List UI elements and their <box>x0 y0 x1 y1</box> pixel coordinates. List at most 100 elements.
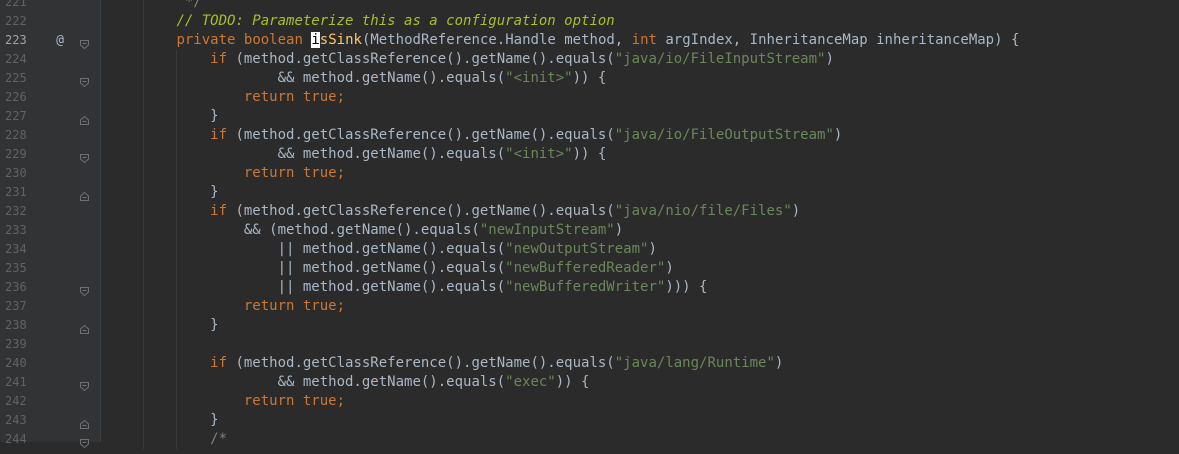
line-number[interactable]: 235 <box>5 259 39 278</box>
line-number[interactable]: 234 <box>5 240 39 259</box>
code-text[interactable]: if (method.getClassReference().getName()… <box>109 126 842 145</box>
code-line[interactable]: 225 && method.getName().equals("<init>")… <box>0 69 1179 88</box>
code-line[interactable]: 235 || method.getName().equals("newBuffe… <box>0 259 1179 278</box>
line-number[interactable]: 237 <box>5 297 39 316</box>
fold-close-icon[interactable] <box>80 416 89 429</box>
code-line[interactable]: 239 <box>0 335 1179 354</box>
code-line[interactable]: 228 if (method.getClassReference().getNa… <box>0 126 1179 145</box>
code-text[interactable]: // TODO: Parameterize this as a configur… <box>109 12 614 31</box>
code-line[interactable]: 233 && (method.getName().equals("newInpu… <box>0 221 1179 240</box>
code-token: return <box>243 165 295 181</box>
code-text[interactable]: */ <box>109 0 202 12</box>
code-line[interactable]: 221 */ <box>0 0 1179 12</box>
fold-close-icon[interactable] <box>80 188 89 201</box>
fold-close-icon[interactable] <box>80 112 89 125</box>
fold-open-icon[interactable] <box>80 378 89 392</box>
fold-open-icon[interactable] <box>80 150 89 164</box>
code-text[interactable]: || method.getName().equals("newBufferedR… <box>109 259 674 278</box>
code-line[interactable]: 227 } <box>0 107 1179 126</box>
code-line[interactable]: 240 if (method.getClassReference().getNa… <box>0 354 1179 373</box>
code-text[interactable]: } <box>109 183 218 202</box>
line-number[interactable]: 233 <box>5 221 39 240</box>
code-text[interactable]: && (method.getName().equals("newInputStr… <box>109 221 623 240</box>
code-text[interactable]: if (method.getClassReference().getName()… <box>109 202 800 221</box>
code-text[interactable]: return true; <box>109 297 345 316</box>
code-line[interactable]: 242 return true; <box>0 392 1179 411</box>
code-line[interactable]: 243 } <box>0 411 1179 430</box>
code-token: (method.getClassReference().getName().eq… <box>227 127 615 143</box>
code-token: "newBufferedWriter" <box>505 279 666 295</box>
code-token: */ <box>176 0 202 10</box>
code-text[interactable]: if (method.getClassReference().getName()… <box>109 50 834 69</box>
line-number[interactable]: 244 <box>5 430 39 449</box>
code-line[interactable]: 229 && method.getName().equals("<init>")… <box>0 145 1179 164</box>
code-token: ) <box>665 260 674 276</box>
line-number[interactable]: 226 <box>5 88 39 107</box>
code-text[interactable]: && method.getName().equals("<init>")) { <box>109 145 607 164</box>
code-line[interactable]: 222 // TODO: Parameterize this as a conf… <box>0 12 1179 31</box>
code-token: return <box>243 393 295 409</box>
code-text[interactable]: /* <box>109 430 227 449</box>
code-line[interactable]: 231 } <box>0 183 1179 202</box>
annotation-marker-icon[interactable]: @ <box>53 31 67 50</box>
line-number[interactable]: 222 <box>5 12 39 31</box>
code-text[interactable]: return true; <box>109 164 345 183</box>
code-text[interactable]: && method.getName().equals("<init>")) { <box>109 69 607 88</box>
code-line[interactable]: 244 /* <box>0 430 1179 449</box>
line-number[interactable]: 228 <box>5 126 39 145</box>
code-line[interactable]: 237 return true; <box>0 297 1179 316</box>
line-number[interactable]: 236 <box>5 278 39 297</box>
code-text[interactable]: return true; <box>109 88 345 107</box>
code-line[interactable]: 230 return true; <box>0 164 1179 183</box>
line-number[interactable]: 227 <box>5 107 39 126</box>
fold-open-icon[interactable] <box>80 36 89 50</box>
code-line[interactable]: 238 } <box>0 316 1179 335</box>
code-token: true <box>302 165 337 181</box>
line-number[interactable]: 224 <box>5 50 39 69</box>
code-text[interactable]: && method.getName().equals("exec")) { <box>109 373 590 392</box>
line-number[interactable]: 230 <box>5 164 39 183</box>
code-text[interactable]: } <box>109 316 218 335</box>
fold-open-icon[interactable] <box>80 74 89 88</box>
line-number[interactable]: 242 <box>5 392 39 411</box>
code-line[interactable]: 234 || method.getName().equals("newOutpu… <box>0 240 1179 259</box>
fold-open-icon[interactable] <box>80 435 89 449</box>
line-number[interactable]: 231 <box>5 183 39 202</box>
line-number[interactable]: 239 <box>5 335 39 354</box>
code-line[interactable]: 232 if (method.getClassReference().getNa… <box>0 202 1179 221</box>
line-number[interactable]: 240 <box>5 354 39 373</box>
code-line[interactable]: 241 && method.getName().equals("exec")) … <box>0 373 1179 392</box>
line-number[interactable]: 232 <box>5 202 39 221</box>
code-line[interactable]: 223 @ private boolean isSink(MethodRefere… <box>0 31 1179 50</box>
code-text[interactable]: private boolean isSink(MethodReference.H… <box>109 31 1019 50</box>
code-text[interactable]: if (method.getClassReference().getName()… <box>109 354 783 373</box>
code-line[interactable]: 224 if (method.getClassReference().getNa… <box>0 50 1179 69</box>
line-number[interactable]: 238 <box>5 316 39 335</box>
code-token: )) { <box>555 374 590 390</box>
line-number[interactable]: 241 <box>5 373 39 392</box>
code-token: "exec" <box>505 374 556 390</box>
code-token: argIndex, InheritanceMap inheritanceMap)… <box>656 32 1020 48</box>
code-text[interactable]: return true; <box>109 392 345 411</box>
line-number[interactable]: 221 <box>5 0 39 12</box>
line-number[interactable]: 223 <box>5 31 39 50</box>
code-text[interactable]: || method.getName().equals("newBufferedW… <box>109 278 708 297</box>
code-editor[interactable]: 221 */222 // TODO: Parameterize this as … <box>0 0 1179 449</box>
line-number[interactable]: 229 <box>5 145 39 164</box>
line-number[interactable]: 225 <box>5 69 39 88</box>
code-line[interactable]: 226 return true; <box>0 88 1179 107</box>
code-line[interactable]: 236 || method.getName().equals("newBuffe… <box>0 278 1179 297</box>
line-number[interactable]: 243 <box>5 411 39 430</box>
code-text[interactable]: } <box>109 107 218 126</box>
fold-open-icon[interactable] <box>80 283 89 297</box>
fold-close-icon[interactable] <box>80 321 89 334</box>
code-token: ; <box>336 89 346 105</box>
code-text[interactable]: || method.getName().equals("newOutputStr… <box>109 240 657 259</box>
code-text[interactable]: } <box>109 411 218 430</box>
